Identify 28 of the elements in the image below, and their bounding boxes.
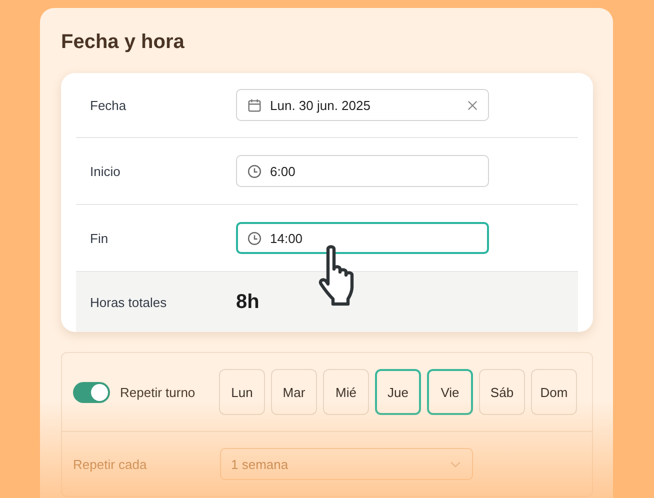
close-icon[interactable] [467, 100, 478, 110]
dropdown-value: 1 semana [231, 456, 288, 472]
day-button[interactable]: Lun [219, 369, 265, 415]
total-label: Horas totales [90, 294, 168, 310]
field-value: 6:00 [270, 164, 296, 178]
day-button[interactable]: Sáb [479, 369, 525, 415]
toggle-switch[interactable] [73, 382, 110, 402]
day-button[interactable]: Mié [323, 369, 369, 415]
clock-icon [247, 230, 262, 246]
day-button[interactable]: Vie [427, 369, 473, 415]
repeat-every-label: Repetir cada [73, 456, 148, 472]
date-field[interactable]: Lun. 30 jun. 2025 [236, 89, 489, 121]
field-value: 14:00 [270, 230, 304, 246]
total-value: 8h [236, 290, 260, 314]
toggle-label: Repetir turno [120, 384, 196, 400]
time-field[interactable]: 14:00 [236, 222, 489, 254]
clock-icon [247, 164, 262, 178]
day-button[interactable]: Dom [531, 369, 577, 415]
field-value: Lun. 30 jun. 2025 [270, 98, 372, 112]
chevron-down-icon [450, 460, 461, 468]
field-label: Inicio [90, 164, 122, 178]
day-button[interactable]: Jue [375, 369, 421, 415]
section-title: Fecha y hora [61, 30, 186, 55]
time-field[interactable]: 6:00 [236, 155, 489, 187]
calendar-icon [247, 98, 262, 112]
day-button[interactable]: Mar [271, 369, 317, 415]
field-label: Fin [90, 230, 110, 246]
field-label: Fecha [90, 98, 128, 112]
